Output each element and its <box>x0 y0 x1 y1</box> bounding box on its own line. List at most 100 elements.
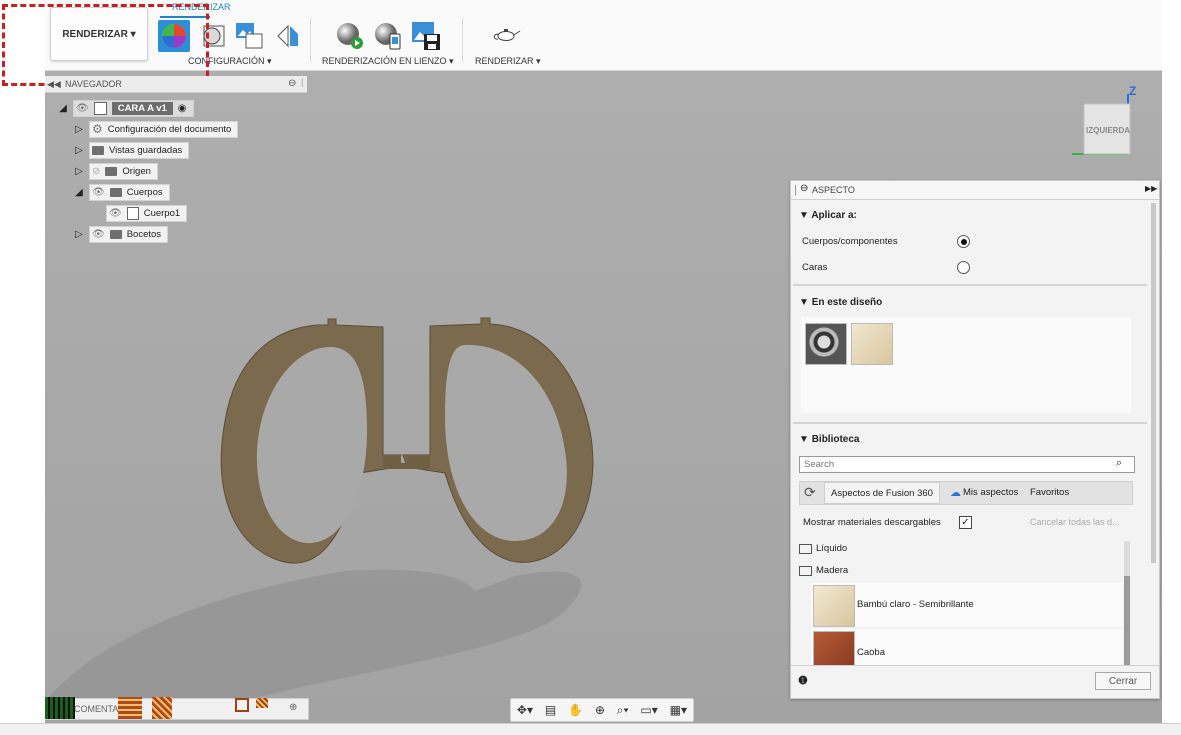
material-label: Bambú claro - Semibrillante <box>857 599 974 610</box>
tree-item-bodies[interactable]: ◢ 👁 Cuerpos <box>73 183 170 201</box>
info-icon[interactable]: ❶ <box>798 674 808 687</box>
canvas-render-group-label[interactable]: RENDERIZACIÓN EN LIENZO ▾ <box>322 56 454 67</box>
render-group-label[interactable]: RENDERIZAR ▾ <box>475 56 541 67</box>
apply-to-heading[interactable]: ▼ Aplicar a: <box>799 210 857 221</box>
show-downloadable-checkbox[interactable]: ✓ <box>959 516 972 529</box>
tab-fusion-aspects[interactable]: Aspectos de Fusion 360 <box>824 482 940 504</box>
search-icon[interactable]: ⌕ <box>1116 457 1122 470</box>
pattern-glitch-icon <box>256 698 268 708</box>
visibility-eye-icon[interactable]: 👁 <box>92 229 105 240</box>
toolbar-separator <box>310 18 311 62</box>
in-canvas-render-icon[interactable] <box>334 20 366 52</box>
pattern-glitch-icon <box>235 698 249 712</box>
library-heading-text: Biblioteca <box>811 434 860 445</box>
navigation-toolbar: ✥▾ ▤ ✋ ⊕ ⌕▾ ▭▾ ▦▾ <box>510 698 694 722</box>
apply-bodies-radio[interactable] <box>957 235 970 248</box>
close-button[interactable]: Cerrar <box>1095 672 1151 690</box>
apply-faces-radio[interactable] <box>957 261 970 274</box>
zoom-icon[interactable]: ⊕ <box>595 703 605 717</box>
tree-root[interactable]: ◢ 👁 CARA A v1 ◉ <box>57 99 194 117</box>
viewcube[interactable]: IZQUIERDA Z <box>1066 84 1146 162</box>
tree-item-label: Cuerpo1 <box>143 207 181 219</box>
toolbar-separator <box>462 18 463 62</box>
activate-radio-icon[interactable]: ◉ <box>178 103 187 114</box>
refresh-icon[interactable]: ⟳ <box>804 484 816 501</box>
orbit-icon[interactable]: ✥▾ <box>517 703 533 717</box>
comments-panel[interactable]: COMENTARIOS ⊕ <box>45 698 309 720</box>
add-comment-icon[interactable]: ⊕ <box>289 702 297 713</box>
material-item[interactable]: Caoba <box>811 629 1123 665</box>
visibility-eye-icon[interactable]: 👁 <box>76 103 89 114</box>
tree-item-saved-views[interactable]: ▷ Vistas guardadas <box>73 141 190 159</box>
in-design-swatches <box>801 317 1131 413</box>
grip-icon[interactable]: | <box>301 77 303 87</box>
tree-item-label: Bocetos <box>126 228 162 240</box>
tree-item-label: Cuerpos <box>126 186 163 198</box>
tree-item-origin[interactable]: ▷ ⊘ Origen <box>73 162 158 180</box>
in-design-heading[interactable]: ▼ En este diseño <box>799 297 882 308</box>
split-view-icon[interactable] <box>272 20 304 52</box>
folder-liquid[interactable]: Líquido <box>799 543 847 554</box>
status-strip <box>0 723 1181 735</box>
in-canvas-settings-icon[interactable] <box>372 20 404 52</box>
look-at-icon[interactable]: ▤ <box>545 703 556 717</box>
cancel-all-downloads-link[interactable]: Cancelar todas las d... <box>1030 517 1120 527</box>
minimize-icon[interactable]: ⊖ <box>800 183 808 194</box>
material-item[interactable]: Bambú claro - Semibrillante <box>811 583 1123 627</box>
selection-highlight <box>2 4 209 86</box>
tree-item-sketches[interactable]: ▷ 👁 Bocetos <box>73 225 169 243</box>
zoom-window-icon[interactable]: ⌕▾ <box>617 703 629 718</box>
panel-scrollbar[interactable] <box>1151 203 1156 563</box>
expand-triangle-icon[interactable]: ▷ <box>73 229 85 240</box>
minimize-icon[interactable]: ⊖ <box>288 78 296 89</box>
show-downloadable-label: Mostrar materiales descargables <box>803 517 941 528</box>
material-swatch <box>813 585 855 627</box>
render-teapot-icon[interactable] <box>490 20 522 52</box>
capture-image-icon[interactable] <box>410 20 442 52</box>
steel-material-swatch[interactable] <box>805 323 847 365</box>
visibility-eye-icon[interactable]: 👁 <box>92 187 105 198</box>
library-scrollbar[interactable] <box>1124 541 1130 665</box>
hidden-eye-icon[interactable]: ⊘ <box>92 166 100 177</box>
decal-icon[interactable] <box>234 20 266 52</box>
tab-favorites[interactable]: Favoritos <box>1030 487 1069 498</box>
aspect-panel-header[interactable]: | ⊖ ASPECTO ▶▶ <box>791 181 1159 200</box>
folder-wood[interactable]: Madera <box>799 565 848 576</box>
tree-item-document-settings[interactable]: ▷ ⚙ Configuración del documento <box>73 120 239 138</box>
folder-icon <box>109 187 122 197</box>
folder-label: Madera <box>816 565 849 576</box>
tree-item-label: Origen <box>122 165 151 177</box>
tree-item-body1[interactable]: 👁 Cuerpo1 <box>106 204 188 222</box>
library-search-input[interactable] <box>799 456 1135 473</box>
body-icon <box>126 206 139 220</box>
gear-icon: ⚙ <box>92 122 103 136</box>
aspect-panel: | ⊖ ASPECTO ▶▶ ▼ Aplicar a: Cuerpos/comp… <box>790 180 1160 699</box>
library-heading[interactable]: ▼ Biblioteca <box>799 434 859 445</box>
folder-icon <box>92 145 104 155</box>
z-axis-label: Z <box>1129 84 1137 98</box>
pattern-glitch-icon <box>118 697 142 719</box>
bamboo-material-swatch[interactable] <box>851 323 893 365</box>
apply-option-bodies-label: Cuerpos/componentes <box>802 236 898 247</box>
tab-my-aspects[interactable]: Mis aspectos <box>963 487 1018 498</box>
folder-icon <box>109 229 122 239</box>
navigator-header[interactable]: ◀◀ NAVEGADOR ⊖ | <box>45 76 307 93</box>
display-settings-icon[interactable]: ▭▾ <box>640 703 657 717</box>
collapse-triangle-icon[interactable]: ◢ <box>57 103 69 114</box>
expand-triangle-icon[interactable]: ▷ <box>73 166 85 177</box>
collapse-arrows-icon[interactable]: ◀◀ <box>47 79 61 90</box>
folder-icon <box>105 166 118 176</box>
folder-label: Líquido <box>816 543 848 554</box>
visibility-eye-icon[interactable]: 👁 <box>109 208 122 219</box>
pan-hand-icon[interactable]: ✋ <box>568 703 583 717</box>
apply-to-heading-text: Aplicar a: <box>811 210 857 221</box>
expand-triangle-icon[interactable]: ▷ <box>73 145 85 156</box>
grid-settings-icon[interactable]: ▦▾ <box>670 703 687 717</box>
footer-divider <box>791 665 1159 666</box>
expand-triangle-icon[interactable]: ▷ <box>73 124 85 135</box>
aspect-panel-title: ASPECTO <box>812 185 855 195</box>
collapse-triangle-icon[interactable]: ◢ <box>73 187 85 198</box>
expand-panel-icon[interactable]: ▶▶ <box>1145 184 1157 193</box>
root-component-label: CARA A v1 <box>111 101 173 115</box>
grip-icon[interactable]: | <box>794 184 797 196</box>
